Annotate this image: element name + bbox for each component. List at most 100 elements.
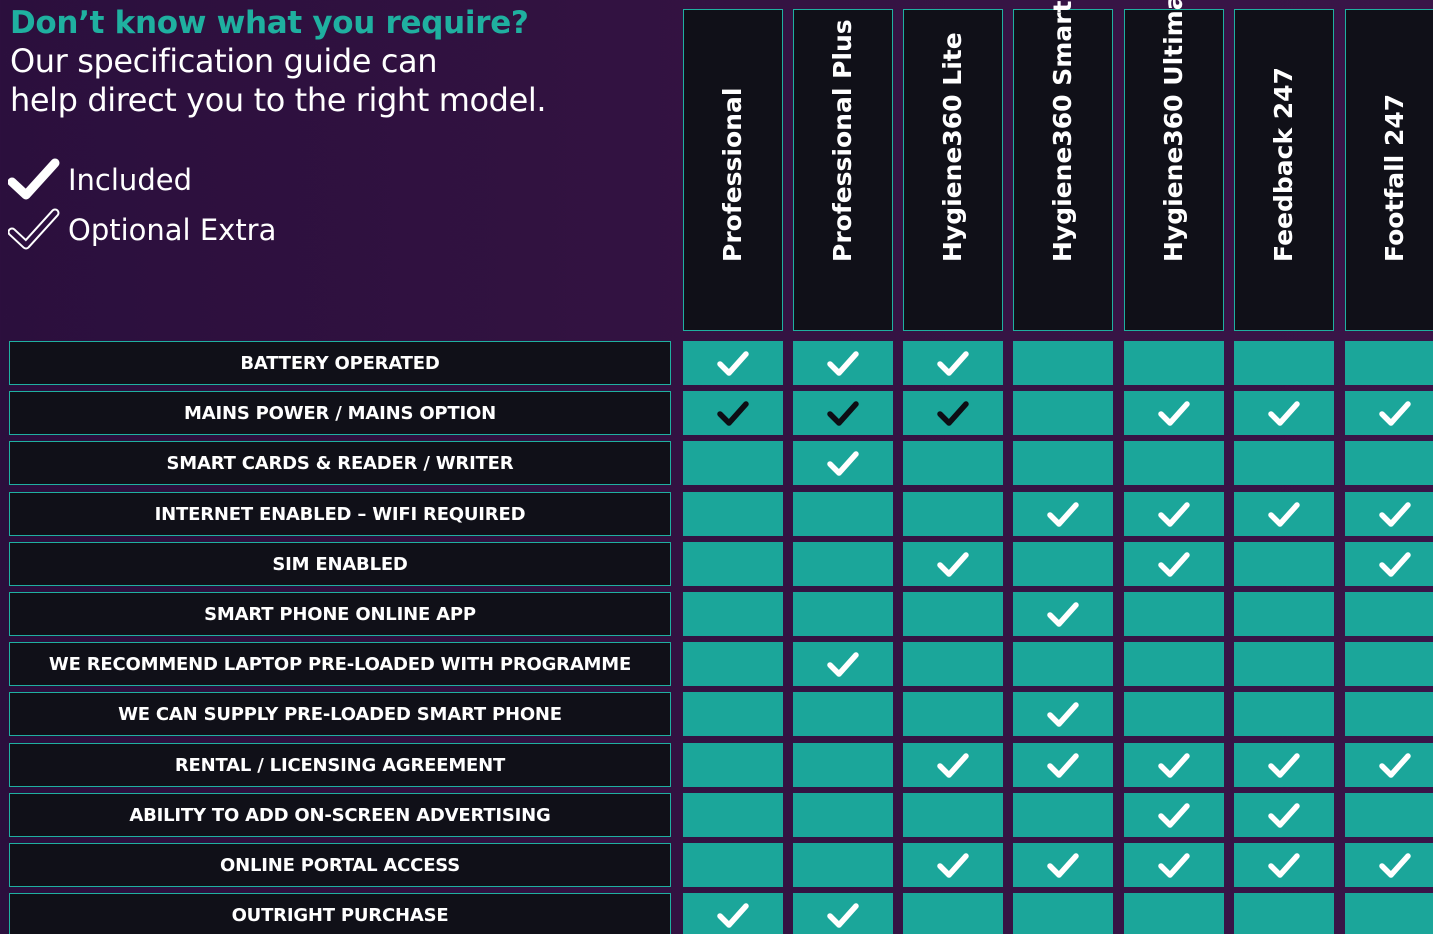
column-header-label: Hygiene360 Ultima xyxy=(1159,0,1188,262)
column-header-professional-plus: Professional Plus xyxy=(793,9,893,331)
feature-cell xyxy=(903,492,1003,536)
check-outline-icon xyxy=(717,401,749,426)
feature-cell xyxy=(1013,592,1113,636)
feature-cell xyxy=(903,391,1003,435)
check-outline-icon xyxy=(937,401,969,426)
feature-label: SMART CARDS & READER / WRITER xyxy=(9,441,671,485)
feature-label: OUTRIGHT PURCHASE xyxy=(9,893,671,934)
feature-cell xyxy=(683,793,783,837)
feature-cell xyxy=(1234,793,1334,837)
feature-cell xyxy=(903,341,1003,385)
feature-cell xyxy=(903,542,1003,586)
column-header-hygiene360-ultima: Hygiene360 Ultima xyxy=(1124,0,1224,331)
feature-cell xyxy=(903,793,1003,837)
feature-cell xyxy=(1345,492,1433,536)
feature-cell xyxy=(1013,642,1113,686)
feature-cell xyxy=(793,441,893,485)
feature-cell xyxy=(903,642,1003,686)
feature-cell xyxy=(1234,441,1334,485)
check-icon xyxy=(1047,602,1079,627)
feature-cell xyxy=(903,743,1003,787)
feature-cell xyxy=(1013,441,1113,485)
check-icon xyxy=(1047,702,1079,727)
check-icon xyxy=(1047,753,1079,778)
column-header-label: Hygiene360 Smart xyxy=(1048,0,1077,263)
feature-cell xyxy=(1124,441,1224,485)
intro: Don’t know what you require? Our specifi… xyxy=(10,4,670,120)
feature-cell xyxy=(683,642,783,686)
feature-label: SMART PHONE ONLINE APP xyxy=(9,592,671,636)
feature-cell xyxy=(1124,692,1224,736)
feature-cell xyxy=(1345,391,1433,435)
feature-label: RENTAL / LICENSING AGREEMENT xyxy=(9,743,671,787)
check-icon xyxy=(1158,753,1190,778)
feature-cell xyxy=(793,542,893,586)
check-outline-icon xyxy=(8,208,60,250)
feature-cell xyxy=(1124,542,1224,586)
check-icon xyxy=(937,351,969,376)
feature-cell xyxy=(793,341,893,385)
feature-cell xyxy=(1124,893,1224,934)
check-icon xyxy=(1268,401,1300,426)
feature-cell xyxy=(1013,391,1113,435)
column-header-professional: Professional xyxy=(683,9,783,331)
feature-cell xyxy=(1013,692,1113,736)
feature-cell xyxy=(1234,492,1334,536)
feature-cell xyxy=(1234,843,1334,887)
feature-cell xyxy=(683,743,783,787)
check-icon xyxy=(1158,853,1190,878)
column-header-feedback-247: Feedback 247 xyxy=(1234,9,1334,331)
feature-cell xyxy=(903,592,1003,636)
check-icon xyxy=(1158,552,1190,577)
column-header-label: Professional Plus xyxy=(828,19,857,262)
feature-cell xyxy=(1124,592,1224,636)
check-icon xyxy=(8,158,60,200)
feature-cell xyxy=(683,492,783,536)
column-header-label: Hygiene360 Lite xyxy=(938,32,967,262)
feature-cell xyxy=(1345,341,1433,385)
feature-label: WE CAN SUPPLY PRE-LOADED SMART PHONE xyxy=(9,692,671,736)
check-icon xyxy=(1268,753,1300,778)
feature-cell xyxy=(1345,743,1433,787)
feature-cell xyxy=(1013,843,1113,887)
check-icon xyxy=(827,903,859,928)
feature-cell xyxy=(793,642,893,686)
feature-label: INTERNET ENABLED – WIFI REQUIRED xyxy=(9,492,671,536)
legend: Included Optional Extra xyxy=(8,155,276,255)
feature-cell xyxy=(1345,592,1433,636)
feature-label: ONLINE PORTAL ACCESS xyxy=(9,843,671,887)
check-icon xyxy=(1379,401,1411,426)
legend-included-label: Included xyxy=(68,163,192,197)
feature-cell xyxy=(793,843,893,887)
feature-cell xyxy=(793,592,893,636)
intro-subtitle-line2: help direct you to the right model. xyxy=(10,81,547,119)
feature-cell xyxy=(1013,341,1113,385)
feature-cell xyxy=(1124,793,1224,837)
feature-cell xyxy=(793,492,893,536)
feature-label: SIM ENABLED xyxy=(9,542,671,586)
feature-label: MAINS POWER / MAINS OPTION xyxy=(9,391,671,435)
check-icon xyxy=(1268,502,1300,527)
check-icon xyxy=(1268,853,1300,878)
feature-cell xyxy=(793,893,893,934)
feature-label: ABILITY TO ADD ON-SCREEN ADVERTISING xyxy=(9,793,671,837)
feature-cell xyxy=(793,692,893,736)
feature-cell xyxy=(683,542,783,586)
check-icon xyxy=(1158,803,1190,828)
feature-cell xyxy=(1013,492,1113,536)
feature-cell xyxy=(1345,542,1433,586)
column-header-label: Professional xyxy=(718,87,747,262)
feature-cell xyxy=(683,592,783,636)
feature-cell xyxy=(903,692,1003,736)
feature-label: BATTERY OPERATED xyxy=(9,341,671,385)
feature-cell xyxy=(1345,692,1433,736)
feature-cell xyxy=(1345,843,1433,887)
feature-cell xyxy=(1124,743,1224,787)
feature-cell xyxy=(1234,692,1334,736)
feature-label: WE RECOMMEND LAPTOP PRE-LOADED WITH PROG… xyxy=(9,642,671,686)
check-icon xyxy=(827,351,859,376)
feature-cell xyxy=(683,341,783,385)
check-icon xyxy=(1268,803,1300,828)
feature-cell xyxy=(1234,743,1334,787)
check-icon xyxy=(1379,552,1411,577)
